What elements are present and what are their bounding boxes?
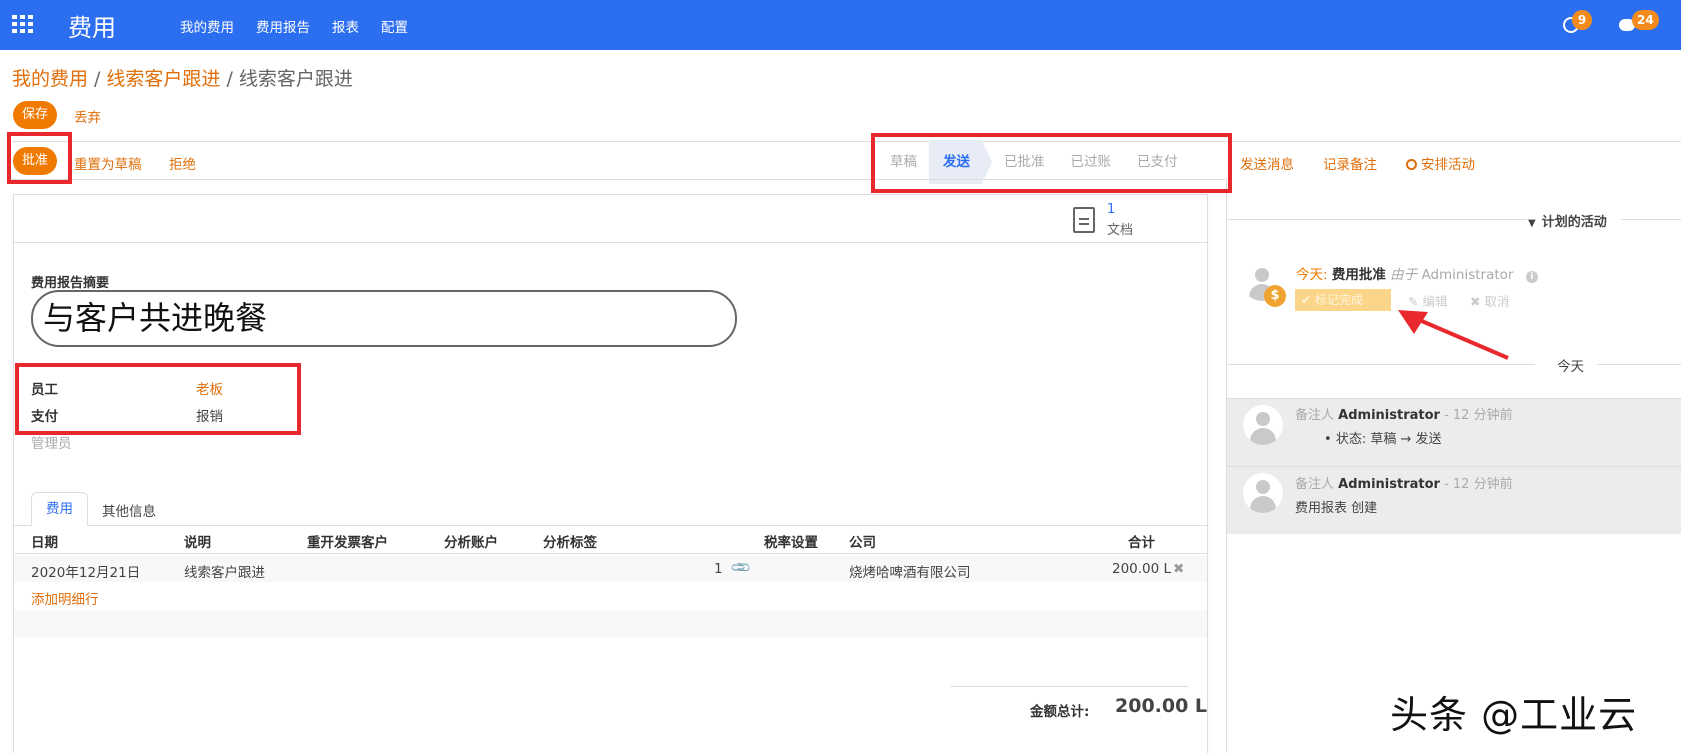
activity-by: 由于 xyxy=(1390,267,1418,283)
activity-assignee: Administrator xyxy=(1421,267,1514,283)
menu-item-expense-reports[interactable]: 费用报告 xyxy=(256,16,310,36)
total-amount: 200.00 L xyxy=(1115,695,1208,717)
highlight-box-status xyxy=(871,133,1232,193)
delete-row-icon[interactable]: ✖ xyxy=(1173,561,1184,577)
documents-count[interactable]: 1 xyxy=(1107,202,1115,217)
mark-done-label: 标记完成 xyxy=(1314,293,1363,307)
apps-menu-icon[interactable] xyxy=(12,15,33,33)
reset-to-draft-button[interactable]: 重置为草稿 xyxy=(74,153,142,173)
column-description[interactable]: 说明 xyxy=(184,531,211,551)
column-taxes[interactable]: 税率设置 xyxy=(764,531,818,551)
schedule-activity-button[interactable]: 安排活动 xyxy=(1406,153,1475,173)
activity-title: 费用批准 xyxy=(1331,267,1386,283)
avatar xyxy=(1243,473,1283,513)
message-header: 备注人 Administrator - 12 分钟前 xyxy=(1295,404,1513,423)
activity-today-label: 今天: xyxy=(1296,267,1328,283)
column-analytic-account[interactable]: 分析账户 xyxy=(444,531,498,551)
message-type: 备注人 xyxy=(1295,408,1335,423)
column-total[interactable]: 合计 xyxy=(1128,531,1155,551)
divider xyxy=(1597,364,1681,365)
avatar xyxy=(1243,405,1283,445)
menu-item-reporting[interactable]: 报表 xyxy=(332,16,359,36)
breadcrumb: 我的费用 / 线索客户跟进 / 线索客户跟进 xyxy=(12,68,353,90)
manager-field[interactable]: 管理员 xyxy=(31,432,72,452)
highlight-box-approve xyxy=(7,132,72,184)
add-line-link[interactable]: 添加明细行 xyxy=(31,588,99,608)
edit-activity-label: 编辑 xyxy=(1422,294,1448,309)
column-analytic-tags[interactable]: 分析标签 xyxy=(543,531,597,551)
menu-item-configuration[interactable]: 配置 xyxy=(381,16,408,36)
discard-button[interactable]: 丢弃 xyxy=(74,106,101,126)
divider xyxy=(1227,364,1535,365)
divider xyxy=(14,525,1207,526)
app-title: 费用 xyxy=(68,14,116,42)
message-header: 备注人 Administrator - 12 分钟前 xyxy=(1295,473,1513,492)
info-icon[interactable]: i xyxy=(1525,271,1538,283)
main-menu: 我的费用 费用报告 报表 配置 xyxy=(180,16,408,36)
message-author[interactable]: Administrator xyxy=(1338,477,1440,492)
message-count-badge: 24 xyxy=(1632,10,1659,30)
empty-row xyxy=(14,610,1207,637)
divider xyxy=(14,242,1207,243)
message-body: 费用报表 创建 xyxy=(1295,501,1378,516)
divider xyxy=(12,141,1681,142)
message-body: • 状态: 草稿 → 发送 xyxy=(1324,432,1442,447)
message-time: - 12 分钟前 xyxy=(1444,408,1513,423)
column-date[interactable]: 日期 xyxy=(31,531,58,551)
total-label: 金额总计: xyxy=(1030,704,1090,720)
top-navbar: 费用 我的费用 费用报告 报表 配置 9 24 xyxy=(0,0,1681,50)
save-button[interactable]: 保存 xyxy=(13,101,58,129)
activity-count-badge: 9 xyxy=(1572,10,1592,30)
documents-label[interactable]: 文档 xyxy=(1107,219,1133,238)
breadcrumb-current: 线索客户跟进 xyxy=(238,68,353,90)
row-attachment-count: 1 xyxy=(714,561,723,577)
row-company[interactable]: 烧烤哈啤酒有限公司 xyxy=(849,561,971,581)
caret-down-icon: ▼ xyxy=(1528,218,1536,229)
watermark-text: 头条 @工业云 xyxy=(1390,693,1638,737)
red-arrow-annotation xyxy=(1398,310,1509,360)
document-icon[interactable] xyxy=(1073,207,1095,233)
refuse-button[interactable]: 拒绝 xyxy=(169,153,196,173)
column-company[interactable]: 公司 xyxy=(849,531,876,551)
planned-activities-title: 计划的活动 xyxy=(1541,215,1607,230)
highlight-box-fields xyxy=(15,363,301,435)
divider xyxy=(14,553,1207,554)
row-date[interactable]: 2020年12月21日 xyxy=(31,561,140,581)
send-message-button[interactable]: 发送消息 xyxy=(1240,153,1294,173)
row-total[interactable]: 200.00 L xyxy=(1112,561,1171,577)
menu-item-my-expenses[interactable]: 我的费用 xyxy=(180,16,234,36)
tab-other-info[interactable]: 其他信息 xyxy=(102,500,156,520)
tab-expenses[interactable]: 费用 xyxy=(31,492,88,526)
breadcrumb-report[interactable]: 线索客户跟进 xyxy=(106,68,220,90)
message-tracking: 状态: 草稿 → 发送 xyxy=(1335,432,1442,447)
planned-activities-toggle[interactable]: ▼ 计划的活动 xyxy=(1528,211,1607,230)
dollar-icon: $ xyxy=(1264,285,1286,307)
today-divider: 今天 xyxy=(1557,359,1584,375)
activity-line: 今天: 费用批准 由于 Administrator i xyxy=(1296,263,1538,283)
summary-input[interactable]: 与客户共进晚餐 xyxy=(31,290,737,347)
log-note-button[interactable]: 记录备注 xyxy=(1323,153,1377,173)
divider xyxy=(950,686,1188,687)
column-reinvoice-customer[interactable]: 重开发票客户 xyxy=(307,531,388,551)
divider xyxy=(1227,219,1527,220)
cancel-activity-label: 取消 xyxy=(1484,294,1510,309)
mark-done-button[interactable]: ✔ 标记完成 xyxy=(1295,289,1391,311)
summary-label: 费用报告摘要 xyxy=(31,276,110,291)
form-sheet xyxy=(13,194,1208,753)
message-time: - 12 分钟前 xyxy=(1444,477,1513,492)
schedule-activity-label: 安排活动 xyxy=(1421,157,1475,173)
divider xyxy=(1621,219,1681,220)
row-description[interactable]: 线索客户跟进 xyxy=(184,561,265,581)
message-type: 备注人 xyxy=(1295,477,1335,492)
message-author[interactable]: Administrator xyxy=(1338,408,1440,423)
clock-icon xyxy=(1406,159,1417,170)
breadcrumb-my-expenses[interactable]: 我的费用 xyxy=(12,68,88,90)
